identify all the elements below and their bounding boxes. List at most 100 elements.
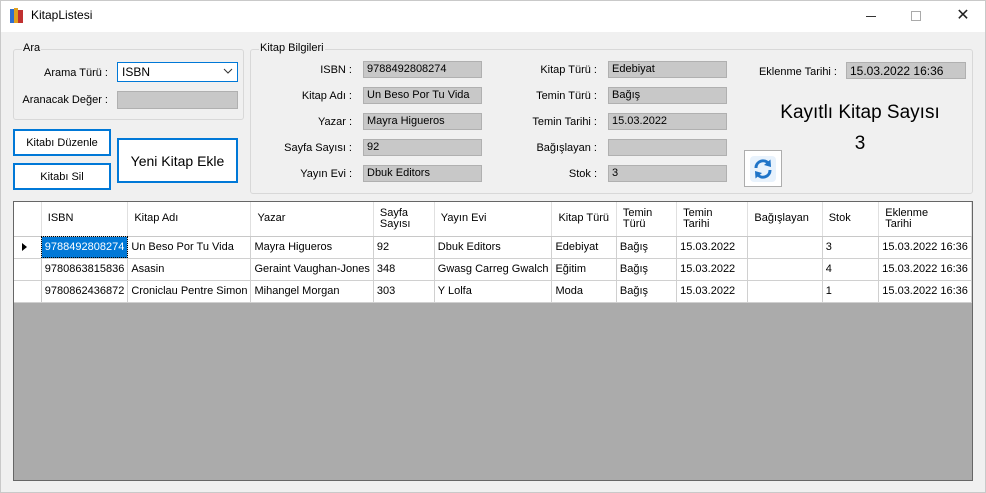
edit-book-button[interactable]: Kitabı Düzenle [13,129,111,156]
books-grid[interactable]: ISBN Kitap Adı Yazar Sayfa Sayısı Yayın E… [13,201,973,481]
row-header[interactable] [14,258,42,281]
table-cell[interactable]: 9780862436872 [41,280,129,303]
table-cell[interactable]: Asasin [127,258,252,281]
added-date-field[interactable]: 15.03.2022 16:36 [846,62,966,79]
title-field[interactable]: Un Beso Por Tu Vida [363,87,482,104]
table-cell[interactable]: Bağış [616,280,678,303]
donor-label: Bağışlayan : [536,142,597,154]
table-cell[interactable]: 15.03.2022 16:36 [878,280,972,303]
table-cell[interactable]: Mayra Higueros [250,236,374,259]
book-info-group-legend: Kitap Bilgileri [259,42,325,54]
table-cell[interactable]: 15.03.2022 [676,236,749,259]
table-cell[interactable]: 4 [822,258,880,281]
search-type-label: Arama Türü : [44,67,108,79]
table-cell[interactable]: Eğitim [551,258,617,281]
search-type-value: ISBN [122,65,151,79]
stock-field[interactable]: 3 [608,165,727,182]
table-cell[interactable]: 348 [373,258,435,281]
pages-label: Sayfa Sayısı : [284,142,352,154]
column-header[interactable]: ISBN [41,202,129,237]
publisher-label: Yayın Evi : [300,168,352,180]
registered-books-count: 3 [854,133,866,154]
table-cell[interactable]: Moda [551,280,617,303]
search-value-label: Aranacak Değer : [22,94,108,106]
table-cell[interactable]: 303 [373,280,435,303]
minimize-button[interactable] [848,0,894,32]
acq-date-field[interactable]: 15.03.2022 [608,113,727,130]
chevron-down-icon [223,68,233,74]
table-cell[interactable]: 1 [822,280,880,303]
registered-books-title: Kayıtlı Kitap Sayısı [780,102,940,123]
refresh-icon [750,155,776,182]
row-header-corner [14,202,42,237]
donor-field[interactable] [608,139,727,156]
author-field[interactable]: Mayra Higueros [363,113,482,130]
table-cell[interactable]: 9780863815836 [41,258,129,281]
table-cell[interactable]: Un Beso Por Tu Vida [127,236,252,259]
table-cell[interactable]: Bağış [616,258,678,281]
add-book-button[interactable]: Yeni Kitap Ekle [117,138,238,183]
table-row[interactable]: 9788492808274 Un Beso Por Tu Vida Mayra … [14,236,972,259]
acq-type-field[interactable]: Bağış [608,87,727,104]
column-header[interactable]: Yayın Evi [434,202,553,237]
column-header[interactable]: Yazar [250,202,374,237]
table-cell[interactable]: Bağış [616,236,678,259]
table-cell[interactable]: Dbuk Editors [434,236,553,259]
search-value-input[interactable] [117,91,238,109]
grid-header-row: ISBN Kitap Adı Yazar Sayfa Sayısı Yayın E… [14,202,972,237]
refresh-button[interactable] [744,150,782,187]
table-cell[interactable]: 15.03.2022 16:36 [878,236,972,259]
row-header[interactable] [14,280,42,303]
title-label: Kitap Adı : [301,90,352,102]
maximize-button[interactable] [893,0,939,32]
column-header[interactable]: Kitap Adı [127,202,252,237]
close-button[interactable]: ✕ [940,0,986,32]
table-cell[interactable]: 9788492808274 [41,236,129,259]
table-cell[interactable] [747,280,823,303]
column-header[interactable]: Eklenme Tarihi [878,202,972,237]
row-header[interactable] [14,236,42,259]
table-cell[interactable]: Mihangel Morgan [250,280,374,303]
isbn-field[interactable]: 9788492808274 [363,61,482,78]
table-row[interactable]: 9780862436872 Croniclau Pentre Simon Mih… [14,280,972,303]
added-date-label: Eklenme Tarihi : [758,66,837,78]
books-app-icon [10,8,24,23]
table-cell[interactable]: Y Lolfa [434,280,553,303]
table-cell[interactable]: 3 [822,236,880,259]
current-row-arrow-icon [22,243,27,251]
column-header[interactable]: Kitap Türü [551,202,617,237]
table-cell[interactable]: 15.03.2022 [676,280,749,303]
maximize-icon [911,11,921,21]
stock-label: Stok : [568,168,597,180]
pages-field[interactable]: 92 [363,139,482,156]
publisher-field[interactable]: Dbuk Editors [363,165,482,182]
table-cell[interactable]: 15.03.2022 16:36 [878,258,972,281]
table-cell[interactable]: Gwasg Carreg Gwalch [434,258,553,281]
title-bar: KitapListesi ✕ [0,0,986,32]
column-header[interactable]: Stok [822,202,880,237]
table-cell[interactable]: Geraint Vaughan-Jones [250,258,374,281]
author-label: Yazar : [317,116,352,128]
table-cell[interactable]: Croniclau Pentre Simon [127,280,252,303]
table-cell[interactable]: Edebiyat [551,236,617,259]
table-cell[interactable] [747,258,823,281]
column-header[interactable]: Sayfa Sayısı [373,202,435,237]
column-header[interactable]: Temin Tarihi [676,202,749,237]
window-title: KitapListesi [31,8,93,22]
close-icon: ✕ [956,7,970,24]
books-table: ISBN Kitap Adı Yazar Sayfa Sayısı Yayın E… [14,202,972,303]
table-cell[interactable]: 92 [373,236,435,259]
delete-book-button[interactable]: Kitabı Sil [13,163,111,190]
column-header[interactable]: Temin Türü [616,202,678,237]
column-header[interactable]: Bağışlayan [747,202,823,237]
acq-date-label: Temin Tarihi : [532,116,597,128]
minimize-icon [866,15,876,17]
search-type-select[interactable]: ISBN [117,62,238,82]
search-group: Ara [13,42,244,120]
table-row[interactable]: 9780863815836 Asasin Geraint Vaughan-Jon… [14,258,972,281]
table-cell[interactable] [747,236,823,259]
isbn-label: ISBN : [320,64,352,76]
genre-field[interactable]: Edebiyat [608,61,727,78]
table-cell[interactable]: 15.03.2022 [676,258,749,281]
search-group-legend: Ara [22,42,42,54]
